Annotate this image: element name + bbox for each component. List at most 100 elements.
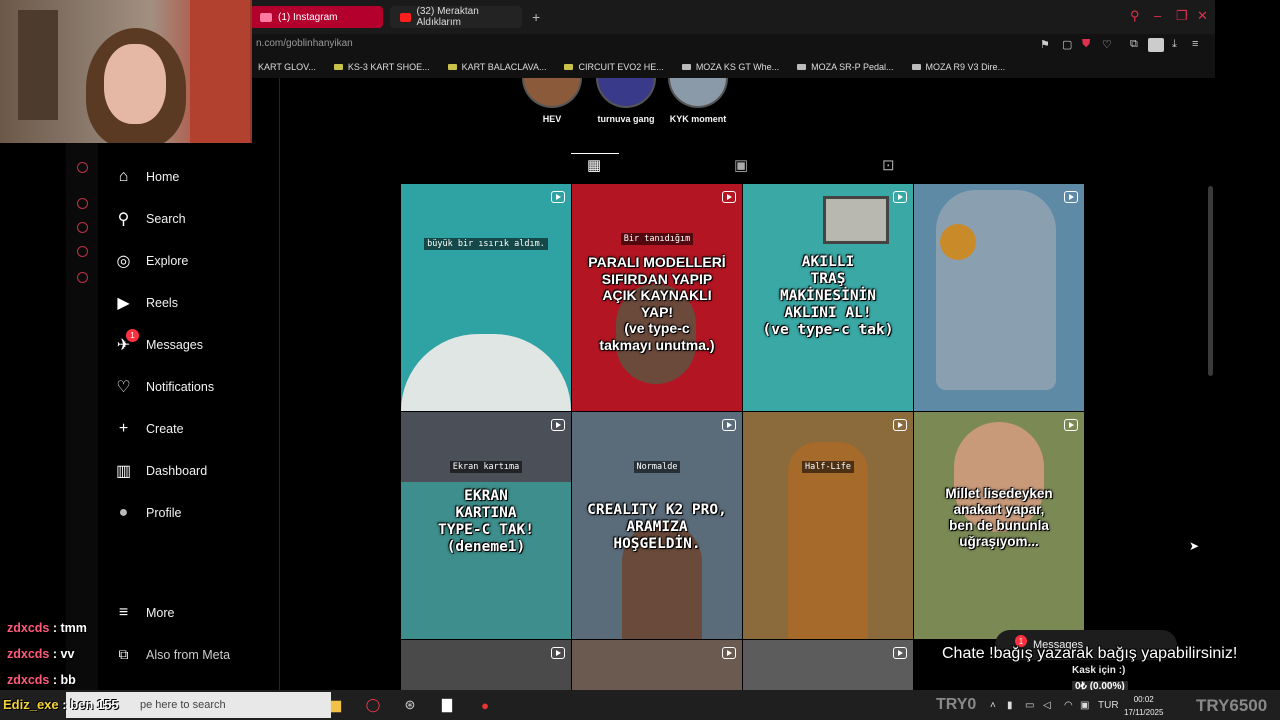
heart-icon: ♡ <box>116 378 131 396</box>
address-bar: n.com/goblinhanyikan ⚑ ▢ ⛊ ♡ ⧉ ⤓ ≡ <box>250 34 1215 56</box>
taskbar-clock[interactable]: 00:02 17/11/2025 <box>1124 693 1163 719</box>
grid-post[interactable] <box>914 184 1084 411</box>
sidebar-item-label: Home <box>146 169 180 184</box>
grid-post[interactable]: Half-Life <box>743 412 913 639</box>
grid-post[interactable]: Millet lisedeyken anakart yapar, ben de … <box>914 412 1084 639</box>
posts-grid-icon[interactable]: ▦ <box>587 156 601 174</box>
plus-icon: + <box>118 419 129 437</box>
post-caption-big: CREALITY K2 PRO, ARAMIZA HOŞGELDİN. <box>587 502 727 553</box>
story-highlight[interactable]: KYK moment <box>658 78 738 124</box>
tagged-tab-icon[interactable]: ⊡ <box>882 156 895 174</box>
post-caption-small: Bir tanıdığım <box>572 233 742 245</box>
sidebar-item-label: Search <box>146 211 186 226</box>
sidebar-item-meta[interactable]: ⧉ Also from Meta <box>114 645 231 664</box>
bookmark-item[interactable]: KART GLOV... <box>258 62 316 72</box>
menu-icon[interactable]: ≡ <box>1192 38 1198 50</box>
grid-post[interactable]: Bir tanıdığım PARALI MODELLERİ SIFIRDAN … <box>572 184 742 411</box>
maximize-icon[interactable]: ❐ <box>1176 8 1188 24</box>
messenger-panel-icon[interactable] <box>77 162 88 173</box>
post-caption-big: PARALI MODELLERİ SIFIRDAN YAPIP AÇIK KAY… <box>588 254 726 353</box>
volume-icon[interactable]: ◁ <box>1043 700 1051 711</box>
reels-tab-icon[interactable]: ▣ <box>734 156 748 174</box>
bookmark-item[interactable]: KART BALACLAVA... <box>447 62 546 72</box>
sidebar-item-messages[interactable]: ✈ 1 Messages <box>114 329 203 354</box>
post-thumbnail-detail <box>936 190 1056 390</box>
grid-post[interactable]: Normalde CREALITY K2 PRO, ARAMIZA HOŞGEL… <box>572 412 742 639</box>
browser-side-panel <box>66 78 98 690</box>
sidebar-item-create[interactable]: + Create <box>114 419 184 438</box>
grid-post[interactable]: AKILLI TRAŞ MAKİNESİNİN AKLINI AL! (ve t… <box>743 184 913 411</box>
security-icon[interactable]: ▣ <box>1080 700 1089 711</box>
story-highlight[interactable]: HEV <box>512 78 592 124</box>
sidebar-item-label: Explore <box>146 253 189 268</box>
active-tab-indicator <box>571 153 619 154</box>
bookmark-item[interactable]: KS-3 KART SHOE... <box>333 62 430 72</box>
sidebar-item-search[interactable]: ⚲ Search <box>114 209 186 228</box>
bookmark-favicon-icon <box>797 64 807 70</box>
sidebar-item-home[interactable]: ⌂ Home <box>114 167 180 186</box>
file-explorer-icon[interactable]: ▆ <box>327 697 345 713</box>
language-indicator[interactable]: TUR <box>1098 700 1119 711</box>
extensions-panel-icon[interactable] <box>77 246 88 257</box>
reel-icon <box>893 419 907 431</box>
bookmark-item[interactable]: MOZA SR-P Pedal... <box>797 62 894 72</box>
post-caption-big: AKILLI TRAŞ MAKİNESİNİN AKLINI AL! (ve t… <box>762 254 894 339</box>
tab-instagram[interactable]: (1) Instagram <box>250 6 383 28</box>
pin-icon[interactable]: ⚑ <box>1040 38 1050 51</box>
sidebar-item-profile[interactable]: ● Profile <box>114 503 182 522</box>
search-tabs-icon[interactable]: ⚲ <box>1130 8 1140 24</box>
messenger-icon: ✈ 1 <box>114 329 139 354</box>
battery-icon[interactable]: ▭ <box>1025 700 1034 711</box>
grid-post[interactable]: büyük bir ısırık aldım. <box>401 184 571 411</box>
minimize-icon[interactable]: – <box>1154 8 1161 23</box>
tab-youtube[interactable]: (32) Meraktan Aldıklarım <box>390 6 522 28</box>
sidebar-item-dashboard[interactable]: ▥ Dashboard <box>114 461 207 480</box>
story-highlight[interactable]: turnuva gang <box>586 78 666 124</box>
profile-avatar-icon[interactable] <box>1148 38 1164 52</box>
network-icon[interactable]: ◠ <box>1064 700 1073 711</box>
webcam-background <box>190 0 250 143</box>
url-field[interactable]: n.com/goblinhanyikan <box>256 38 353 49</box>
post-caption-small: Ekran kartıma <box>401 461 571 473</box>
bookmark-item[interactable]: MOZA R9 V3 Dire... <box>911 62 1005 72</box>
mic-icon[interactable]: ▮ <box>1007 700 1013 711</box>
bookmark-favicon-icon <box>333 64 343 70</box>
bookmark-favicon-icon <box>681 64 691 70</box>
instagram-icon <box>260 12 272 22</box>
shield-icon[interactable]: ⛊ <box>1082 38 1090 51</box>
sidebar-item-notifications[interactable]: ♡ Notifications <box>114 377 214 396</box>
snapshot-icon[interactable]: ▢ <box>1062 38 1072 51</box>
extensions-icon[interactable]: ⧉ <box>1130 38 1138 51</box>
steam-icon[interactable]: ⊛ <box>401 697 419 713</box>
tidal-icon[interactable]: ▇ <box>438 697 456 713</box>
grid-post[interactable] <box>401 640 571 690</box>
post-thumbnail <box>572 640 742 690</box>
post-caption-small: büyük bir ısırık aldım. <box>401 238 571 250</box>
bookmark-favicon-icon <box>911 64 921 70</box>
webcam-background <box>18 10 58 120</box>
sidebar-item-more[interactable]: ≡ More <box>114 603 175 622</box>
sidebar-item-explore[interactable]: ◎ Explore <box>114 251 189 270</box>
page-scrollbar[interactable] <box>1208 186 1213 376</box>
settings-panel-icon[interactable] <box>77 272 88 283</box>
heart-icon[interactable]: ♡ <box>1102 38 1112 51</box>
bookmark-item[interactable]: MOZA KS GT Whe... <box>681 62 779 72</box>
grid-post[interactable] <box>743 640 913 690</box>
obs-icon[interactable]: ● <box>476 697 494 713</box>
new-tab-button[interactable]: + <box>532 9 540 25</box>
taskbar-search-placeholder: pe here to search <box>140 699 226 711</box>
close-icon[interactable]: ✕ <box>1197 8 1208 24</box>
opera-icon[interactable]: ◯ <box>364 697 382 713</box>
post-caption-big: Millet lisedeyken anakart yapar, ben de … <box>945 486 1053 549</box>
download-icon[interactable]: ⤓ <box>1172 38 1177 51</box>
sidebar-item-label: Messages <box>146 337 203 352</box>
player-panel-icon[interactable] <box>77 198 88 209</box>
grid-post[interactable] <box>572 640 742 690</box>
highlight-thumbnail <box>522 78 582 108</box>
grid-post[interactable]: Ekran kartıma EKRAN KARTINA TYPE-C TAK! … <box>401 412 571 639</box>
tray-up-arrow-icon[interactable]: ˄ <box>990 700 996 711</box>
sidebar-item-reels[interactable]: ▶ Reels <box>114 293 178 312</box>
bookmark-item[interactable]: CIRCUIT EVO2 HE... <box>564 62 664 72</box>
history-panel-icon[interactable] <box>77 222 88 233</box>
highlight-label: HEV <box>542 114 562 124</box>
